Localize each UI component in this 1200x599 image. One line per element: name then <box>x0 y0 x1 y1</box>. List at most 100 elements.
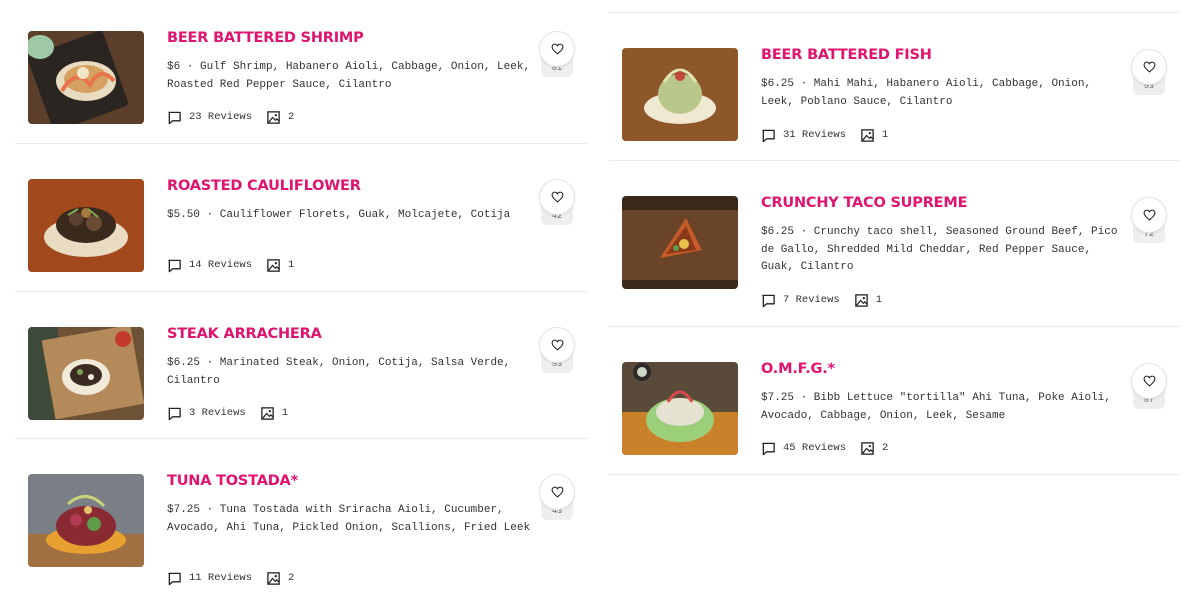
favorite-button[interactable] <box>1131 363 1167 399</box>
item-title[interactable]: BEER BATTERED FISH <box>761 47 932 63</box>
item-title[interactable]: ROASTED CAULIFLOWER <box>167 178 361 194</box>
photos-link[interactable]: 2 <box>266 110 294 125</box>
favorite-widget: 42 <box>539 179 575 225</box>
item-meta: 23 Reviews 2 <box>167 109 294 125</box>
food-photo[interactable] <box>28 179 144 272</box>
item-meta: 31 Reviews 1 <box>761 127 888 143</box>
photos-link[interactable]: 1 <box>860 128 888 143</box>
reviews-count: 14 Reviews <box>189 259 253 271</box>
item-meta: 3 Reviews 1 <box>167 405 288 421</box>
favorite-button[interactable] <box>539 327 575 363</box>
food-photo[interactable] <box>622 196 738 289</box>
item-description: $6.25 · Crunchy taco shell, Seasoned Gro… <box>761 226 1118 273</box>
image-icon <box>861 128 874 142</box>
item-description: $6.25 · Mahi Mahi, Habanero Aioli, Cabba… <box>761 78 1092 108</box>
item-meta: 7 Reviews 1 <box>761 292 882 308</box>
favorite-widget: 81 <box>539 31 575 77</box>
heart-icon <box>551 339 563 351</box>
heart-icon <box>1143 375 1155 387</box>
image-icon <box>861 441 874 455</box>
item-title[interactable]: BEER BATTERED SHRIMP <box>167 30 364 46</box>
menu-item[interactable]: BEER BATTERED SHRIMP $6 · Gulf Shrimp, H… <box>15 0 588 144</box>
item-title[interactable]: CRUNCHY TACO SUPREME <box>761 195 967 211</box>
photos-link[interactable]: 2 <box>266 571 294 586</box>
food-photo[interactable] <box>622 362 738 455</box>
heart-icon <box>551 43 563 55</box>
reviews-count: 31 Reviews <box>783 129 847 141</box>
reviews-count: 3 Reviews <box>189 407 246 419</box>
item-description: $6.25 · Marinated Steak, Onion, Cotija, … <box>167 357 511 387</box>
item-description: $5.50 · Cauliflower Florets, Guak, Molca… <box>167 209 511 221</box>
menu-item[interactable]: STEAK ARRACHERA $6.25 · Marinated Steak,… <box>15 292 588 439</box>
menu-item[interactable]: TUNA TOSTADA* $7.25 · Tuna Tostada with … <box>15 439 588 599</box>
image-icon <box>267 571 280 585</box>
food-photo[interactable] <box>28 474 144 567</box>
favorite-widget: 53 <box>1131 49 1167 95</box>
image-icon <box>267 258 280 272</box>
item-meta: 45 Reviews 2 <box>761 440 888 456</box>
comment-icon <box>168 407 181 420</box>
reviews-link[interactable]: 23 Reviews <box>167 110 252 125</box>
photos-count: 1 <box>882 129 889 141</box>
favorite-button[interactable] <box>1131 49 1167 85</box>
menu-item[interactable]: BEER BATTERED FISH $6.25 · Mahi Mahi, Ha… <box>609 13 1180 161</box>
item-meta: 14 Reviews 1 <box>167 257 294 273</box>
reviews-link[interactable]: 45 Reviews <box>761 441 846 456</box>
favorite-button[interactable] <box>539 31 575 67</box>
photos-count: 1 <box>281 407 289 419</box>
item-meta: 11 Reviews 2 <box>167 570 294 586</box>
menu-column-left: BEER BATTERED SHRIMP $6 · Gulf Shrimp, H… <box>15 0 588 599</box>
menu-item[interactable]: CRUNCHY TACO SUPREME $6.25 · Crunchy tac… <box>609 161 1180 327</box>
menu-item[interactable]: ROASTED CAULIFLOWER $5.50 · Cauliflower … <box>15 144 588 292</box>
comment-icon <box>168 572 181 585</box>
reviews-link[interactable]: 31 Reviews <box>761 128 846 143</box>
photos-link[interactable]: 1 <box>266 258 294 273</box>
favorite-button[interactable] <box>1131 197 1167 233</box>
item-title[interactable]: TUNA TOSTADA* <box>167 473 298 489</box>
favorite-button[interactable] <box>539 474 575 510</box>
menu-item[interactable]: O.M.F.G.* $7.25 · Bibb Lettuce "tortilla… <box>609 327 1180 475</box>
comment-icon <box>762 129 775 142</box>
favorite-widget: 53 <box>539 327 575 373</box>
food-photo[interactable] <box>622 48 738 141</box>
image-icon <box>854 293 868 307</box>
heart-icon <box>551 191 563 203</box>
photos-link[interactable]: 1 <box>260 406 288 421</box>
reviews-link[interactable]: 3 Reviews <box>167 406 246 421</box>
reviews-link[interactable]: 14 Reviews <box>167 258 252 273</box>
reviews-link[interactable]: 11 Reviews <box>167 571 252 586</box>
menu-column-right: BEER BATTERED FISH $6.25 · Mahi Mahi, Ha… <box>609 12 1180 475</box>
favorite-widget: 43 <box>539 474 575 520</box>
item-description: $7.25 · Bibb Lettuce "tortilla" Ahi Tuna… <box>761 392 1111 422</box>
comment-icon <box>168 259 181 272</box>
reviews-count: 11 Reviews <box>189 572 253 584</box>
favorite-widget: 87 <box>1131 363 1167 409</box>
image-icon <box>267 110 280 124</box>
photos-count: 2 <box>882 442 889 454</box>
heart-icon <box>1143 61 1155 73</box>
reviews-count: 23 Reviews <box>189 111 253 123</box>
reviews-link[interactable]: 7 Reviews <box>761 293 840 308</box>
photos-count: 2 <box>288 572 295 584</box>
photos-link[interactable]: 1 <box>854 293 882 308</box>
comment-icon <box>168 111 181 124</box>
photos-link[interactable]: 2 <box>860 441 888 456</box>
favorite-widget: 72 <box>1131 197 1167 243</box>
photos-count: 1 <box>875 294 883 306</box>
item-title[interactable]: O.M.F.G.* <box>761 361 835 377</box>
item-description: $6 · Gulf Shrimp, Habanero Aioli, Cabbag… <box>167 61 531 91</box>
food-photo[interactable] <box>28 31 144 124</box>
photos-count: 1 <box>288 259 295 271</box>
food-photo[interactable] <box>28 327 144 420</box>
heart-icon <box>551 486 563 498</box>
heart-icon <box>1143 209 1155 221</box>
reviews-count: 45 Reviews <box>783 442 847 454</box>
comment-icon <box>762 294 775 307</box>
item-title[interactable]: STEAK ARRACHERA <box>167 326 322 342</box>
photos-count: 2 <box>288 111 295 123</box>
reviews-count: 7 Reviews <box>783 294 840 306</box>
comment-icon <box>762 442 775 455</box>
favorite-button[interactable] <box>539 179 575 215</box>
item-description: $7.25 · Tuna Tostada with Sriracha Aioli… <box>167 504 531 534</box>
image-icon <box>260 406 274 420</box>
